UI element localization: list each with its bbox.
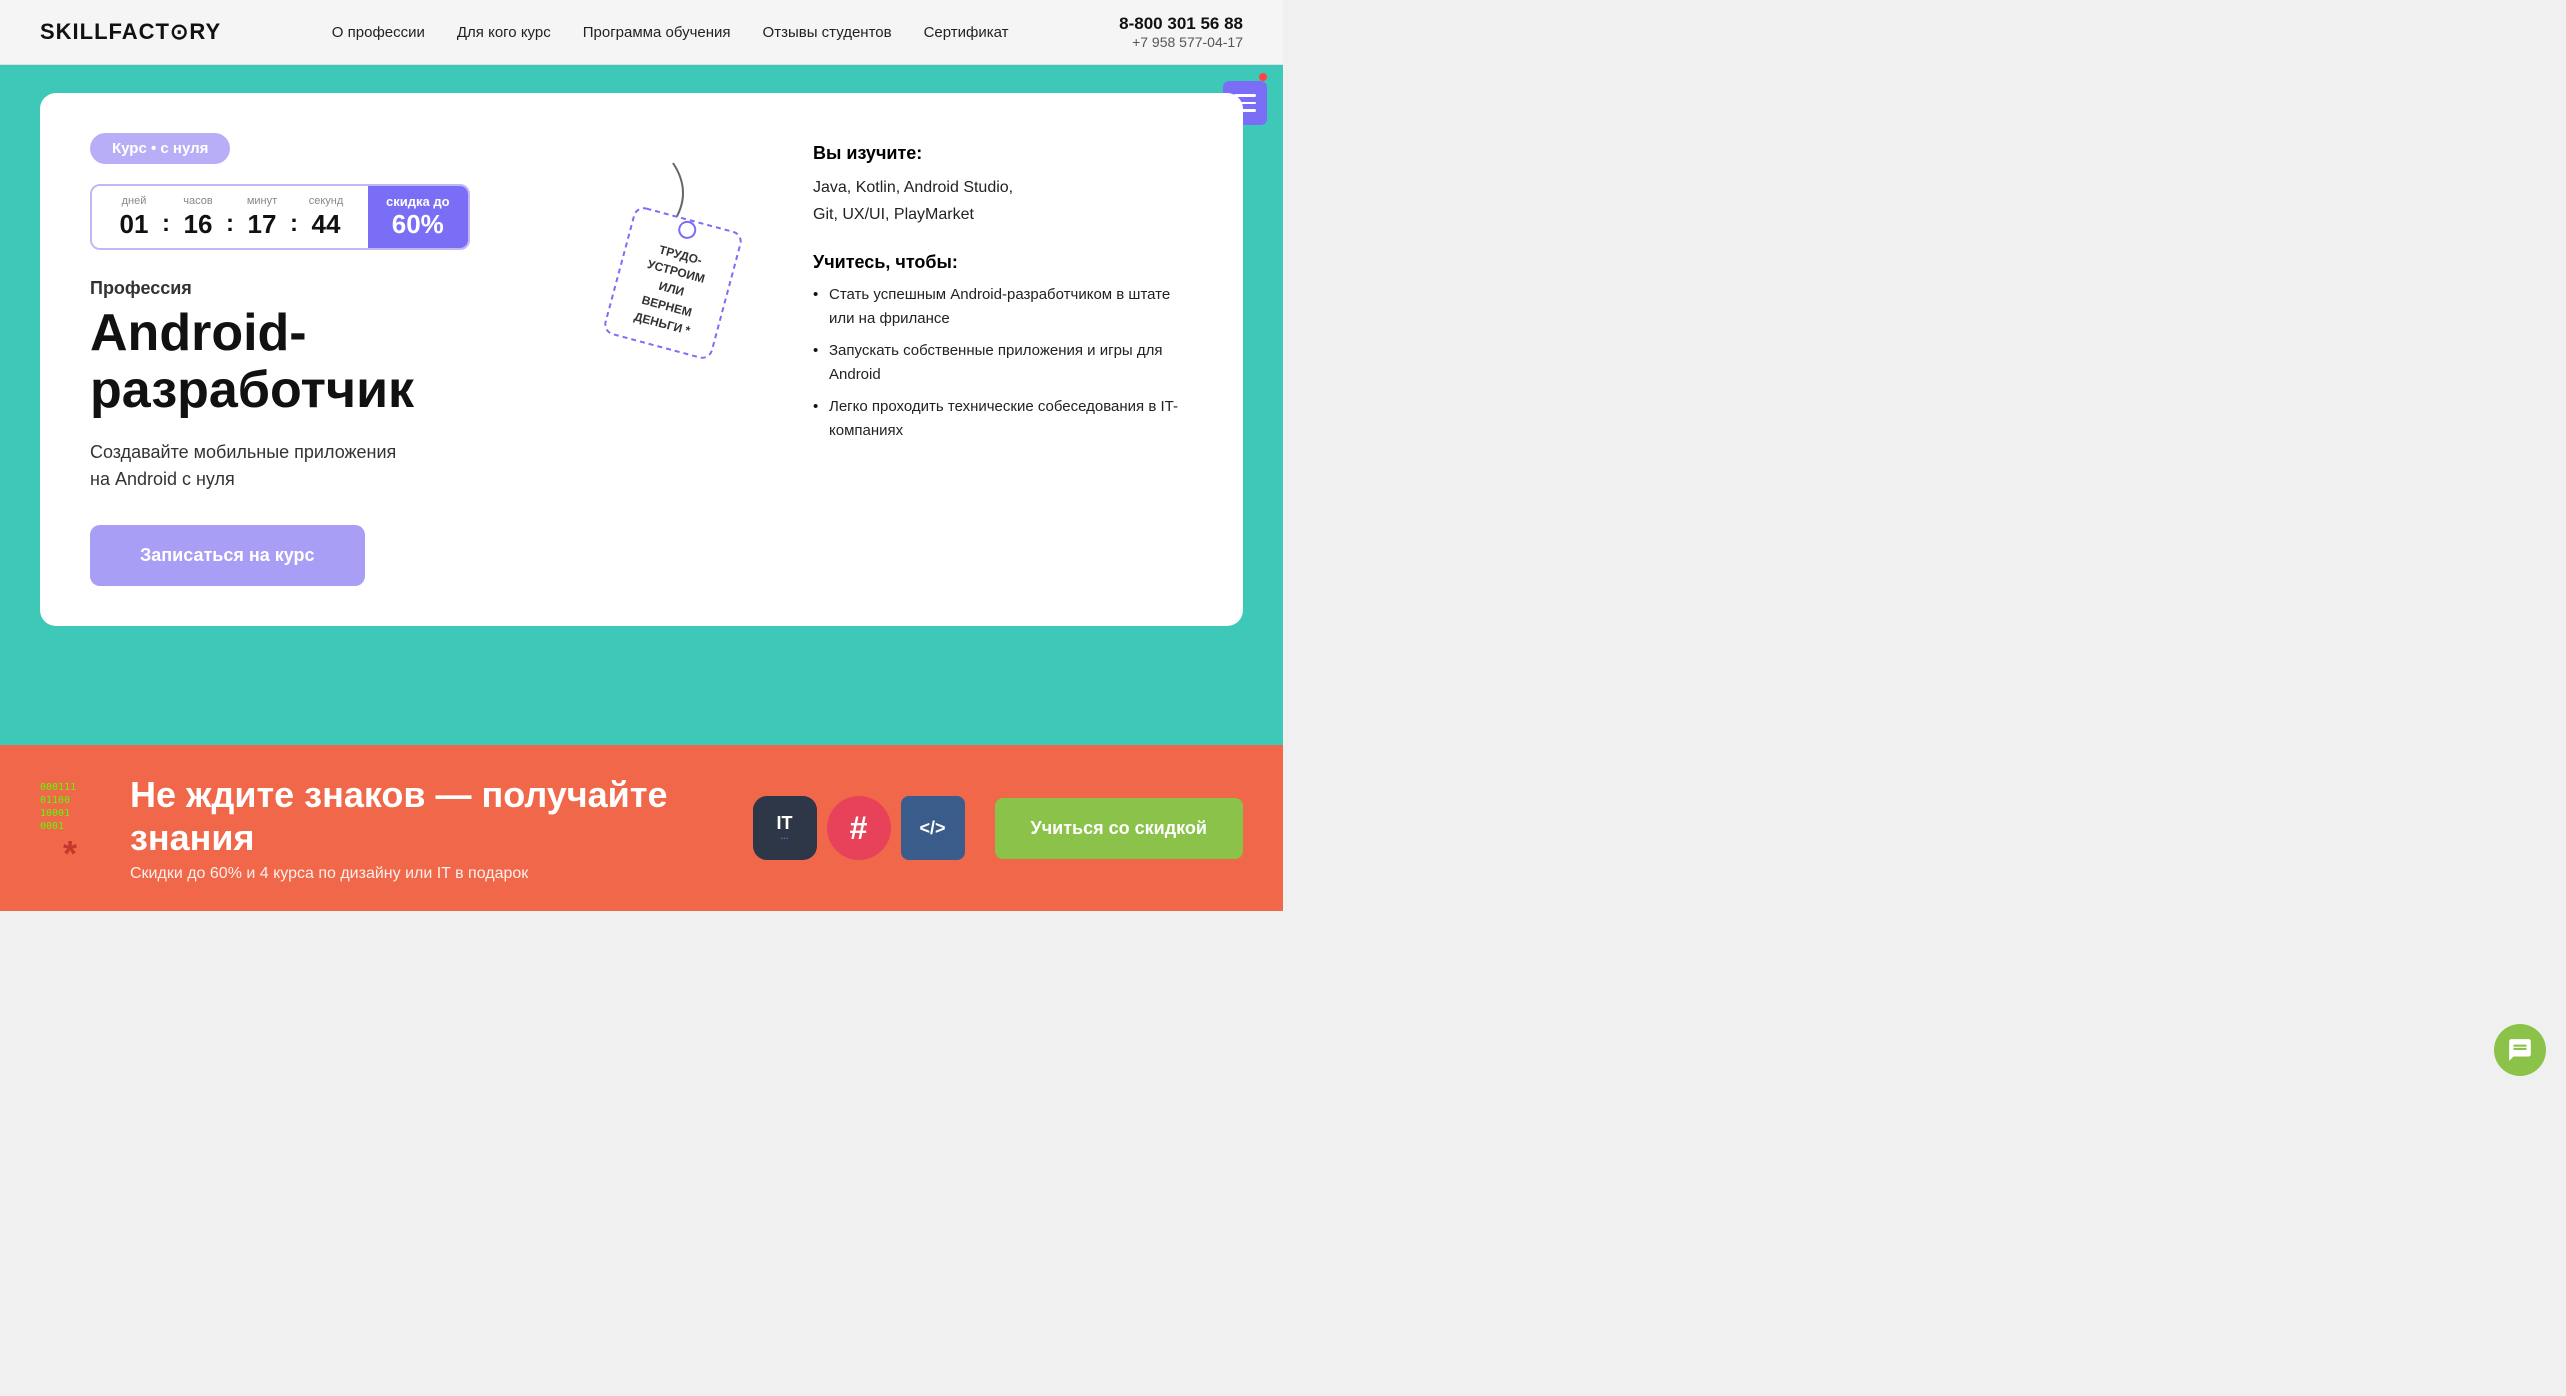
sep2: : (222, 210, 238, 238)
hero-section: Курс • с нуля дней 01 : часов 16 : минут (0, 65, 1283, 745)
hero-left-column: Курс • с нуля дней 01 : часов 16 : минут (90, 133, 533, 586)
hours-value: 16 (184, 209, 213, 239)
days-value: 01 (120, 209, 149, 239)
enroll-button[interactable]: Записаться на курс (90, 525, 365, 586)
seconds-unit: секунд 44 (302, 195, 350, 240)
navigation: О профессии Для кого курс Программа обуч… (332, 24, 1009, 41)
main-title: Android-разработчик (90, 305, 533, 419)
subtitle-line1: Создавайте мобильные приложения (90, 442, 396, 462)
binary-icon-block: 000111 01100 10001 0001 * (40, 781, 100, 875)
asterisk-icon: * (63, 833, 77, 875)
chat-icon (2507, 1037, 2533, 1063)
it-icon: IT ··· (753, 796, 817, 860)
subtitle-line2: на Android с нуля (90, 469, 235, 489)
phone-sub[interactable]: +7 958 577-04-17 (1119, 34, 1243, 50)
hero-subtitle: Создавайте мобильные приложения на Andro… (90, 439, 533, 493)
discount-label: скидка до (386, 194, 450, 209)
course-badge: Курс • с нуля (90, 133, 230, 164)
header: SKILLFACT⊙RY О профессии Для кого курс П… (0, 0, 1283, 65)
promo-banner: 000111 01100 10001 0001 * Не ждите знако… (0, 745, 1283, 911)
tag-svg: ТРУДО- УСТРОИМ ИЛИ ВЕРНЕМ ДЕНЬГИ * (583, 153, 763, 363)
hero-center-column: ТРУДО- УСТРОИМ ИЛИ ВЕРНЕМ ДЕНЬГИ * (573, 133, 773, 586)
binary-text: 000111 01100 10001 0001 (40, 781, 100, 833)
logo: SKILLFACT⊙RY (40, 19, 221, 45)
banner-sub-text: Скидки до 60% и 4 курса по дизайну или I… (130, 865, 723, 883)
minutes-value: 17 (248, 209, 277, 239)
minutes-label: минут (238, 195, 286, 207)
hours-label: часов (174, 195, 222, 207)
goal-item-3: Легко проходить технические собеседовани… (813, 395, 1193, 443)
discount-badge: скидка до 60% (368, 186, 468, 248)
nav-for-whom[interactable]: Для кого курс (457, 24, 551, 41)
discount-value: 60% (392, 209, 444, 240)
goals-list: Стать успешным Android-разработчиком в ш… (813, 283, 1193, 443)
chat-button[interactable] (2494, 1024, 2546, 1076)
countdown-units: дней 01 : часов 16 : минут 17 : (92, 186, 368, 248)
banner-main-text: Не ждите знаков — получайте знания (130, 773, 723, 859)
minutes-unit: минут 17 (238, 195, 286, 240)
goal-item-1: Стать успешным Android-разработчиком в ш… (813, 283, 1193, 331)
phone-block: 8-800 301 56 88 +7 958 577-04-17 (1119, 14, 1243, 50)
banner-cta-button[interactable]: Учиться со скидкой (995, 798, 1243, 859)
hash-icon: # (827, 796, 891, 860)
days-label: дней (110, 195, 158, 207)
profession-label: Профессия (90, 278, 533, 299)
banner-icons: IT ··· # </> (753, 796, 965, 860)
code-icon: </> (901, 796, 965, 860)
nav-program[interactable]: Программа обучения (583, 24, 731, 41)
nav-about[interactable]: О профессии (332, 24, 425, 41)
will-learn-title: Вы изучите: (813, 143, 1193, 164)
hero-card: Курс • с нуля дней 01 : часов 16 : минут (40, 93, 1243, 626)
phone-main[interactable]: 8-800 301 56 88 (1119, 14, 1243, 34)
nav-certificate[interactable]: Сертификат (924, 24, 1009, 41)
hero-right-column: Вы изучите: Java, Kotlin, Android Studio… (813, 133, 1193, 586)
seconds-value: 44 (312, 209, 341, 239)
hours-unit: часов 16 (174, 195, 222, 240)
countdown-timer: дней 01 : часов 16 : минут 17 : (90, 184, 470, 250)
banner-text-block: Не ждите знаков — получайте знания Скидк… (130, 773, 723, 883)
goal-item-2: Запускать собственные приложения и игры … (813, 339, 1193, 387)
sep1: : (158, 210, 174, 238)
goals-title: Учитесь, чтобы: (813, 252, 1193, 273)
sep3: : (286, 210, 302, 238)
promo-tag: ТРУДО- УСТРОИМ ИЛИ ВЕРНЕМ ДЕНЬГИ * (583, 153, 763, 353)
code-symbol: </> (920, 818, 946, 839)
notification-dot (1259, 73, 1267, 81)
it-dot: ··· (781, 834, 789, 843)
hash-symbol: # (850, 810, 868, 847)
nav-reviews[interactable]: Отзывы студентов (763, 24, 892, 41)
will-learn-list: Java, Kotlin, Android Studio, Git, UX/UI… (813, 174, 1193, 228)
it-label: IT (777, 813, 793, 834)
days-unit: дней 01 (110, 195, 158, 240)
seconds-label: секунд (302, 195, 350, 207)
